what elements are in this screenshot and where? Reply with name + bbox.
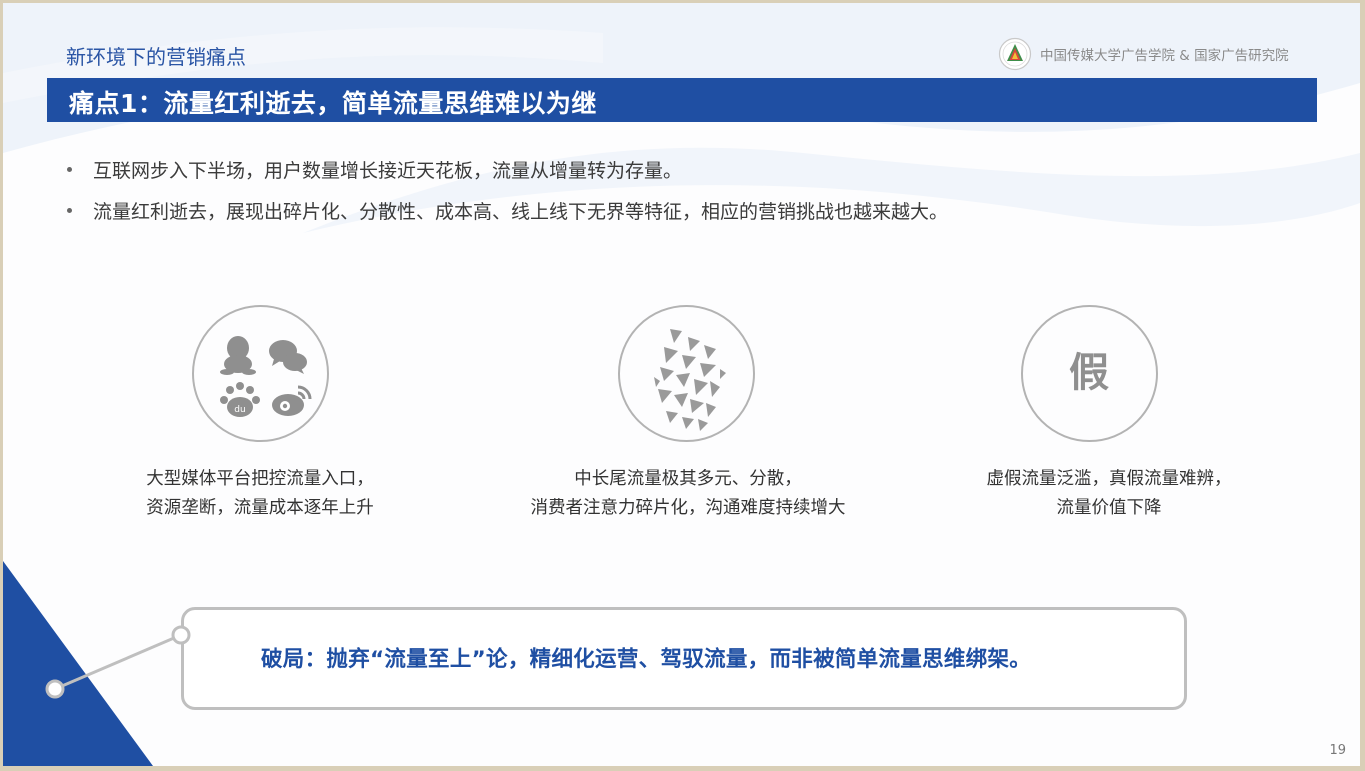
- card-circle-fake: 假: [1021, 305, 1158, 442]
- bullet-dot: [67, 167, 72, 172]
- fake-character-icon: 假: [1069, 350, 1109, 396]
- banner-title: 痛点1：流量红利逝去，简单流量思维难以为继: [69, 89, 597, 118]
- card-caption-fake: 虚假流量泛滥，真假流量难辨， 流量价值下降: [929, 465, 1289, 523]
- bullet-text: 互联网步入下半场，用户数量增长接近天花板，流量从增量转为存量。: [93, 160, 683, 182]
- university-seal-icon: [998, 37, 1032, 71]
- title-banner: 痛点1：流量红利逝去，简单流量思维难以为继: [47, 78, 1317, 122]
- bullet-text: 流量红利逝去，展现出碎片化、分散性、成本高、线上线下无界等特征，相应的营销挑战也…: [93, 201, 949, 223]
- callout-box: 破局：抛弃“流量至上”论，精细化运营、驾驭流量，而非被简单流量思维绑架。: [181, 607, 1187, 710]
- svg-text:du: du: [234, 405, 245, 415]
- fragmented-triangles-icon: [654, 329, 726, 431]
- callout-text: 破局：抛弃“流量至上”论，精细化运营、驾驭流量，而非被简单流量思维绑架。: [261, 647, 1032, 672]
- bullet-item: 流量红利逝去，展现出碎片化、分散性、成本高、线上线下无界等特征，相应的营销挑战也…: [65, 190, 948, 231]
- card-caption-fragmented: 中长尾流量极其多元、分散， 消费者注意力碎片化，沟通难度持续增大: [508, 465, 868, 523]
- connector-dot-start: [45, 679, 65, 699]
- caption-line: 虚假流量泛滥，真假流量难辨，: [986, 469, 1232, 489]
- caption-line: 消费者注意力碎片化，沟通难度持续增大: [530, 498, 846, 518]
- organization-header: 中国传媒大学广告学院 & 国家广告研究院: [998, 37, 1289, 71]
- page-number: 19: [1329, 743, 1346, 758]
- caption-line: 中长尾流量极其多元、分散，: [574, 469, 802, 489]
- organization-name: 中国传媒大学广告学院 & 国家广告研究院: [1040, 48, 1289, 64]
- bullet-list: 互联网步入下半场，用户数量增长接近天花板，流量从增量转为存量。 流量红利逝去，展…: [65, 149, 948, 231]
- card-caption-platforms: 大型媒体平台把控流量入口， 资源垄断，流量成本逐年上升: [80, 465, 440, 523]
- caption-line: 流量价值下降: [1056, 498, 1162, 518]
- slide: 新环境下的营销痛点 中国传媒大学广告学院 & 国家广告研究院 痛点1：流量红利逝…: [3, 3, 1360, 766]
- section-title: 新环境下的营销痛点: [66, 45, 246, 69]
- caption-line: 大型媒体平台把控流量入口，: [146, 469, 374, 489]
- card-circle-fragmented: [618, 305, 755, 442]
- social-media-platforms-icon: du: [220, 336, 312, 417]
- bullet-dot: [67, 208, 72, 213]
- bullet-item: 互联网步入下半场，用户数量增长接近天花板，流量从增量转为存量。: [65, 149, 948, 190]
- caption-line: 资源垄断，流量成本逐年上升: [146, 498, 374, 518]
- card-circle-platforms: du: [192, 305, 329, 442]
